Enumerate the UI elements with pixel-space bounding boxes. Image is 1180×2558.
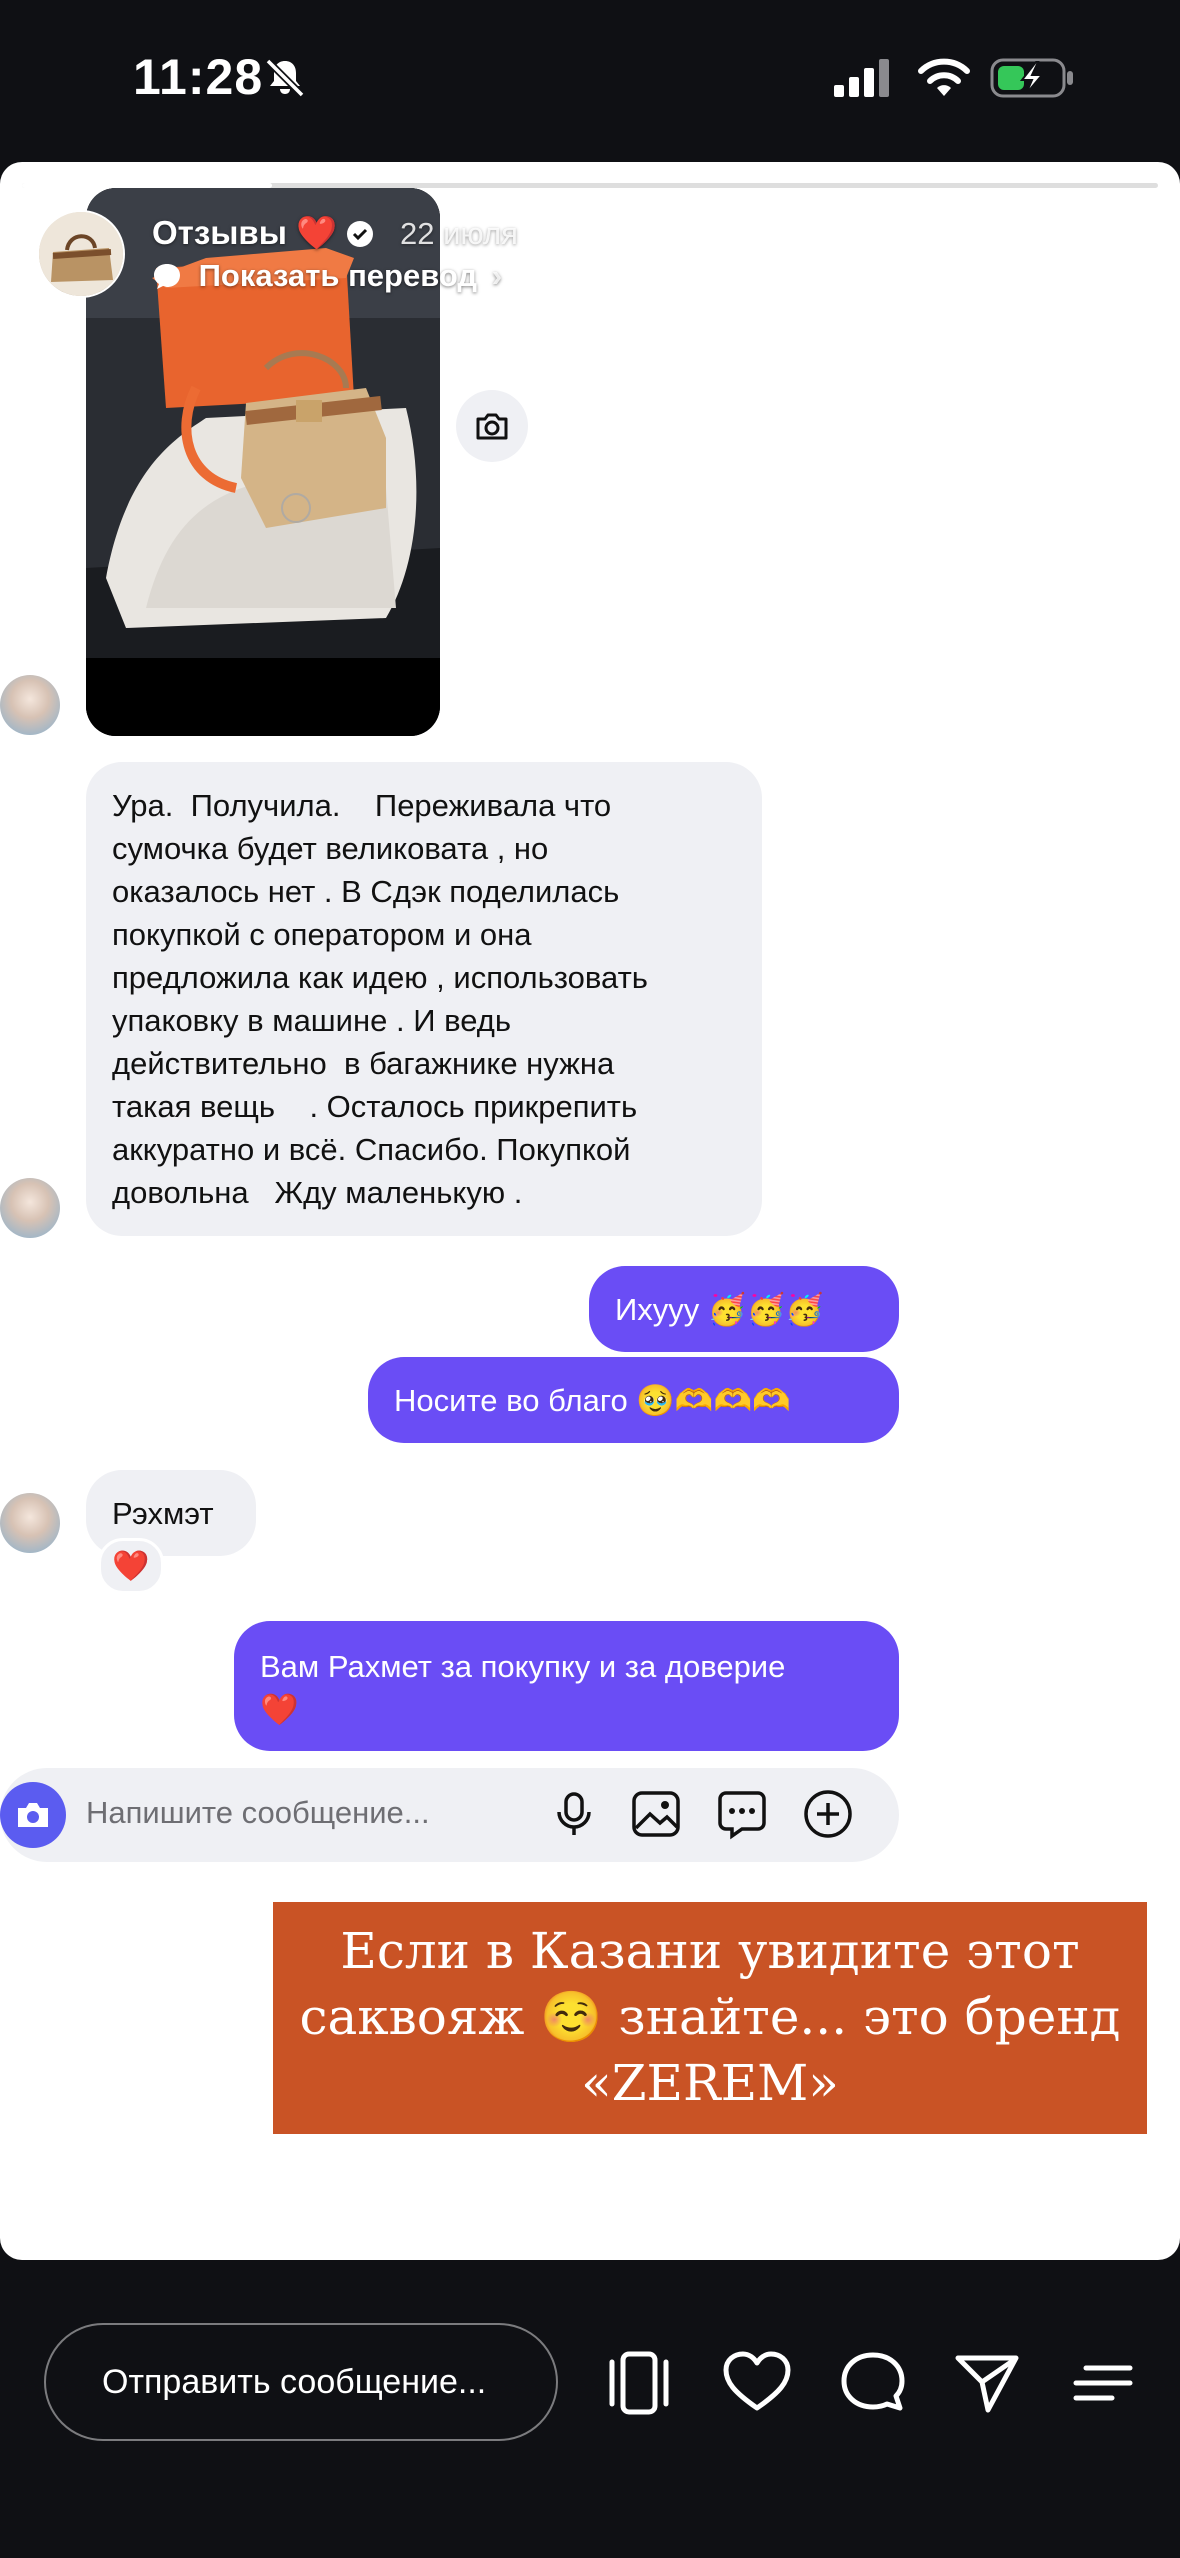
camera-icon	[476, 413, 508, 440]
add-icon[interactable]	[802, 1788, 854, 1840]
message-line: оказалось нет . В Сдэк поделилась	[112, 874, 620, 909]
story-text-banner: Если в Казани увидите этот саквояж ☺️ зн…	[273, 1902, 1147, 2134]
message-text: Ихууу 🥳🥳🥳	[615, 1291, 824, 1327]
account-name[interactable]: Отзывы ❤️	[152, 214, 374, 253]
show-translation-label: Показать перевод	[198, 258, 478, 293]
sender-avatar[interactable]	[0, 675, 60, 735]
silent-bell-icon	[265, 58, 305, 98]
more-menu-icon[interactable]	[1068, 2350, 1138, 2416]
comment-icon[interactable]	[838, 2350, 908, 2416]
heart-emoji: ❤️	[296, 214, 338, 251]
story-date: 22 июля	[400, 216, 518, 251]
subscribe-button[interactable]: Подписаться	[771, 212, 1045, 296]
message-text: Рэхмэт	[112, 1495, 214, 1531]
message-line: довольна Жду маленькую .	[112, 1175, 523, 1210]
message-line: предложила как идею , использовать	[112, 960, 648, 995]
story-carousel-icon[interactable]	[604, 2350, 674, 2416]
speech-bubble-icon	[154, 264, 180, 289]
cellular-signal-icon	[834, 59, 889, 97]
share-send-icon[interactable]	[952, 2350, 1022, 2416]
reaction-badge[interactable]: ❤️	[98, 1538, 164, 1594]
message-line: Ура. Получила. Переживала что	[112, 788, 612, 823]
wifi-icon	[918, 58, 970, 96]
avatar-bag-image	[39, 212, 123, 296]
account-name-text: Отзывы	[152, 214, 287, 251]
message-line: сумочка будет великовата , но	[112, 831, 549, 866]
gallery-icon[interactable]	[630, 1788, 682, 1840]
battery-charging-icon	[990, 58, 1073, 98]
camera-button[interactable]	[456, 390, 528, 462]
sticker-chat-icon[interactable]	[716, 1788, 768, 1840]
chevron-right-icon: ›	[491, 258, 503, 293]
banner-brand-line: «ZEREM»	[581, 2054, 839, 2112]
close-icon[interactable]	[1092, 222, 1156, 286]
outgoing-message[interactable]: Носите во благо 🥹🫶🫶🫶	[368, 1357, 899, 1443]
message-input[interactable]: Напишите сообщение...	[86, 1795, 430, 1831]
message-text: Вам Рахмет за покупку и за доверие	[260, 1649, 786, 1684]
message-line: аккуратно и всё. Спасибо. Покупкой	[112, 1132, 631, 1167]
reply-input[interactable]: Отправить сообщение...	[44, 2323, 558, 2441]
message-line: упаковку в машине . И ведь	[112, 1003, 512, 1038]
message-line: такая вещь . Осталось прикрепить	[112, 1089, 638, 1124]
status-time: 11:28	[133, 49, 264, 105]
banner-line: саквояж ☺️ знайте... это бренд	[299, 1988, 1121, 2046]
message-text: Носите во благо 🥹🫶🫶🫶	[394, 1382, 791, 1418]
heart-icon[interactable]	[722, 2350, 792, 2416]
account-avatar[interactable]	[37, 210, 125, 298]
reply-placeholder: Отправить сообщение...	[102, 2362, 487, 2401]
message-line: действительно в багажнике нужна	[112, 1046, 615, 1081]
banner-line: Если в Казани увидите этот	[340, 1922, 1080, 1980]
heart-reaction-emoji: ❤️	[112, 1549, 150, 1583]
outgoing-message[interactable]: Вам Рахмет за покупку и за доверие ❤️	[234, 1621, 899, 1751]
show-translation-link[interactable]: Показать перевод ›	[152, 258, 502, 294]
sender-avatar[interactable]	[0, 1493, 60, 1553]
message-line: покупкой с оператором и она	[112, 917, 532, 952]
microphone-icon[interactable]	[548, 1788, 600, 1840]
verified-badge-icon	[347, 221, 374, 247]
outgoing-message[interactable]: Ихууу 🥳🥳🥳	[589, 1266, 899, 1352]
composer-camera-button[interactable]	[0, 1782, 66, 1848]
incoming-message[interactable]: Ура. Получила. Переживала что сумочка буд…	[86, 762, 762, 1236]
sender-avatar[interactable]	[0, 1178, 60, 1238]
heart-emoji: ❤️	[260, 1692, 299, 1727]
camera-icon	[18, 1803, 48, 1827]
